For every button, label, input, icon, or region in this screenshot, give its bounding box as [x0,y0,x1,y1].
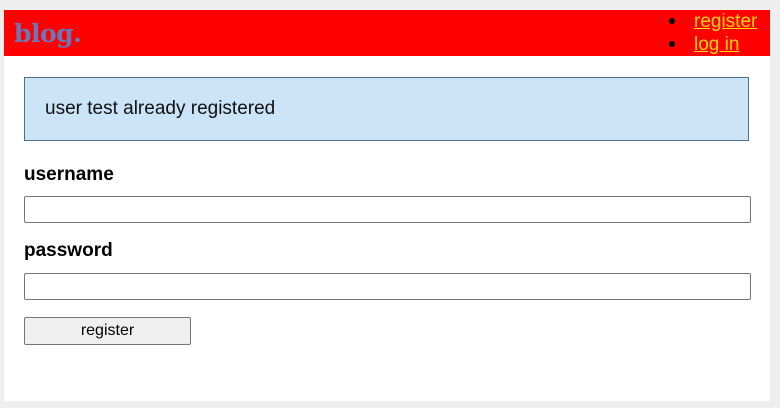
nav-list: register log in [666,10,770,56]
password-input[interactable] [24,273,751,300]
log-in-link[interactable]: log in [694,34,739,55]
username-input[interactable] [24,196,751,223]
nav-item-register: register [666,10,770,33]
username-label: username [24,164,114,185]
nav-item-log-in: log in [666,33,770,56]
register-link[interactable]: register [694,11,757,32]
register-button[interactable]: register [24,317,191,345]
navbar: blog. register log in [4,10,770,56]
password-label: password [24,240,113,261]
flash-message: user test already registered [24,77,749,141]
brand-logo: blog. [14,19,82,48]
page-container: blog. register log in user test already … [4,10,770,401]
